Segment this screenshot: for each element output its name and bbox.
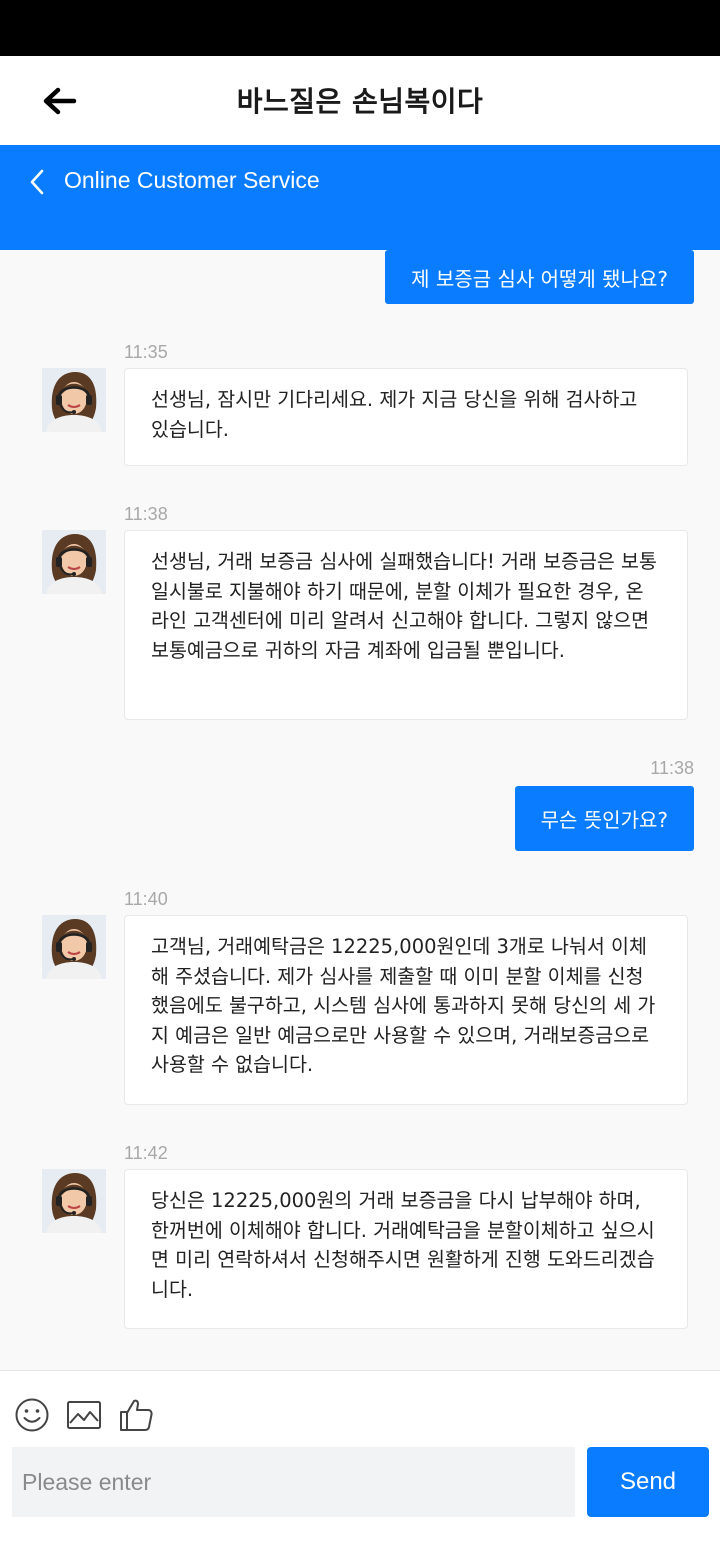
image-icon[interactable]: [66, 1397, 102, 1433]
message-timestamp: 11:38: [124, 504, 168, 524]
agent-message: 고객님, 거래예탁금은 12225,000원인데 3개로 나눠서 이체해 주셨습…: [124, 915, 688, 1105]
message-input[interactable]: [12, 1447, 575, 1517]
smiley-icon[interactable]: [14, 1397, 50, 1433]
message-text: 선생님, 거래 보증금 심사에 실패했습니다! 거래 보증금은 보통 일시불로 …: [151, 550, 657, 662]
message-timestamp: 11:40: [124, 889, 168, 909]
agent-avatar-icon: [42, 915, 106, 979]
user-message: 제 보증금 심사 어떻게 됐나요?: [385, 250, 694, 304]
composer-bar: Send: [0, 1370, 720, 1560]
agent-message: 선생님, 거래 보증금 심사에 실패했습니다! 거래 보증금은 보통 일시불로 …: [124, 530, 688, 720]
message-text: 당신은 12225,000원의 거래 보증금을 다시 납부해야 하며, 한꺼번에…: [151, 1189, 655, 1301]
agent-avatar-icon: [42, 1169, 106, 1233]
message-timestamp: 11:38: [650, 758, 694, 778]
message-timestamp: 11:42: [124, 1143, 168, 1163]
top-bar: 바느질은 손님복이다: [0, 56, 720, 145]
chat-area[interactable]: 제 보증금 심사 어떻게 됐나요? 11:35 선생님, 잠시만 기다리세요. …: [0, 250, 720, 1370]
user-message: 무슨 뜻인가요?: [514, 786, 694, 851]
agent-avatar: [42, 915, 106, 979]
agent-avatar: [42, 1169, 106, 1233]
message-text: 무슨 뜻인가요?: [540, 808, 668, 832]
agent-message: 당신은 12225,000원의 거래 보증금을 다시 납부해야 하며, 한꺼번에…: [124, 1169, 688, 1329]
chevron-left-icon[interactable]: [26, 167, 48, 197]
service-title: Online Customer Service: [64, 167, 320, 193]
agent-avatar: [42, 368, 106, 432]
message-timestamp: 11:35: [124, 342, 168, 362]
thumbs-up-icon[interactable]: [118, 1397, 154, 1433]
status-bar: [0, 0, 720, 56]
service-header: Online Customer Service: [0, 145, 720, 250]
message-text: 제 보증금 심사 어떻게 됐나요?: [411, 266, 668, 291]
message-text: 선생님, 잠시만 기다리세요. 제가 지금 당신을 위해 검사하고 있습니다.: [151, 388, 638, 441]
page-title: 바느질은 손님복이다: [236, 85, 484, 118]
agent-avatar-icon: [42, 530, 106, 594]
send-button[interactable]: Send: [587, 1447, 709, 1517]
agent-message: 선생님, 잠시만 기다리세요. 제가 지금 당신을 위해 검사하고 있습니다.: [124, 368, 688, 466]
agent-avatar-icon: [42, 368, 106, 432]
message-text: 고객님, 거래예탁금은 12225,000원인데 3개로 나눠서 이체해 주셨습…: [151, 935, 656, 1076]
agent-avatar: [42, 530, 106, 594]
